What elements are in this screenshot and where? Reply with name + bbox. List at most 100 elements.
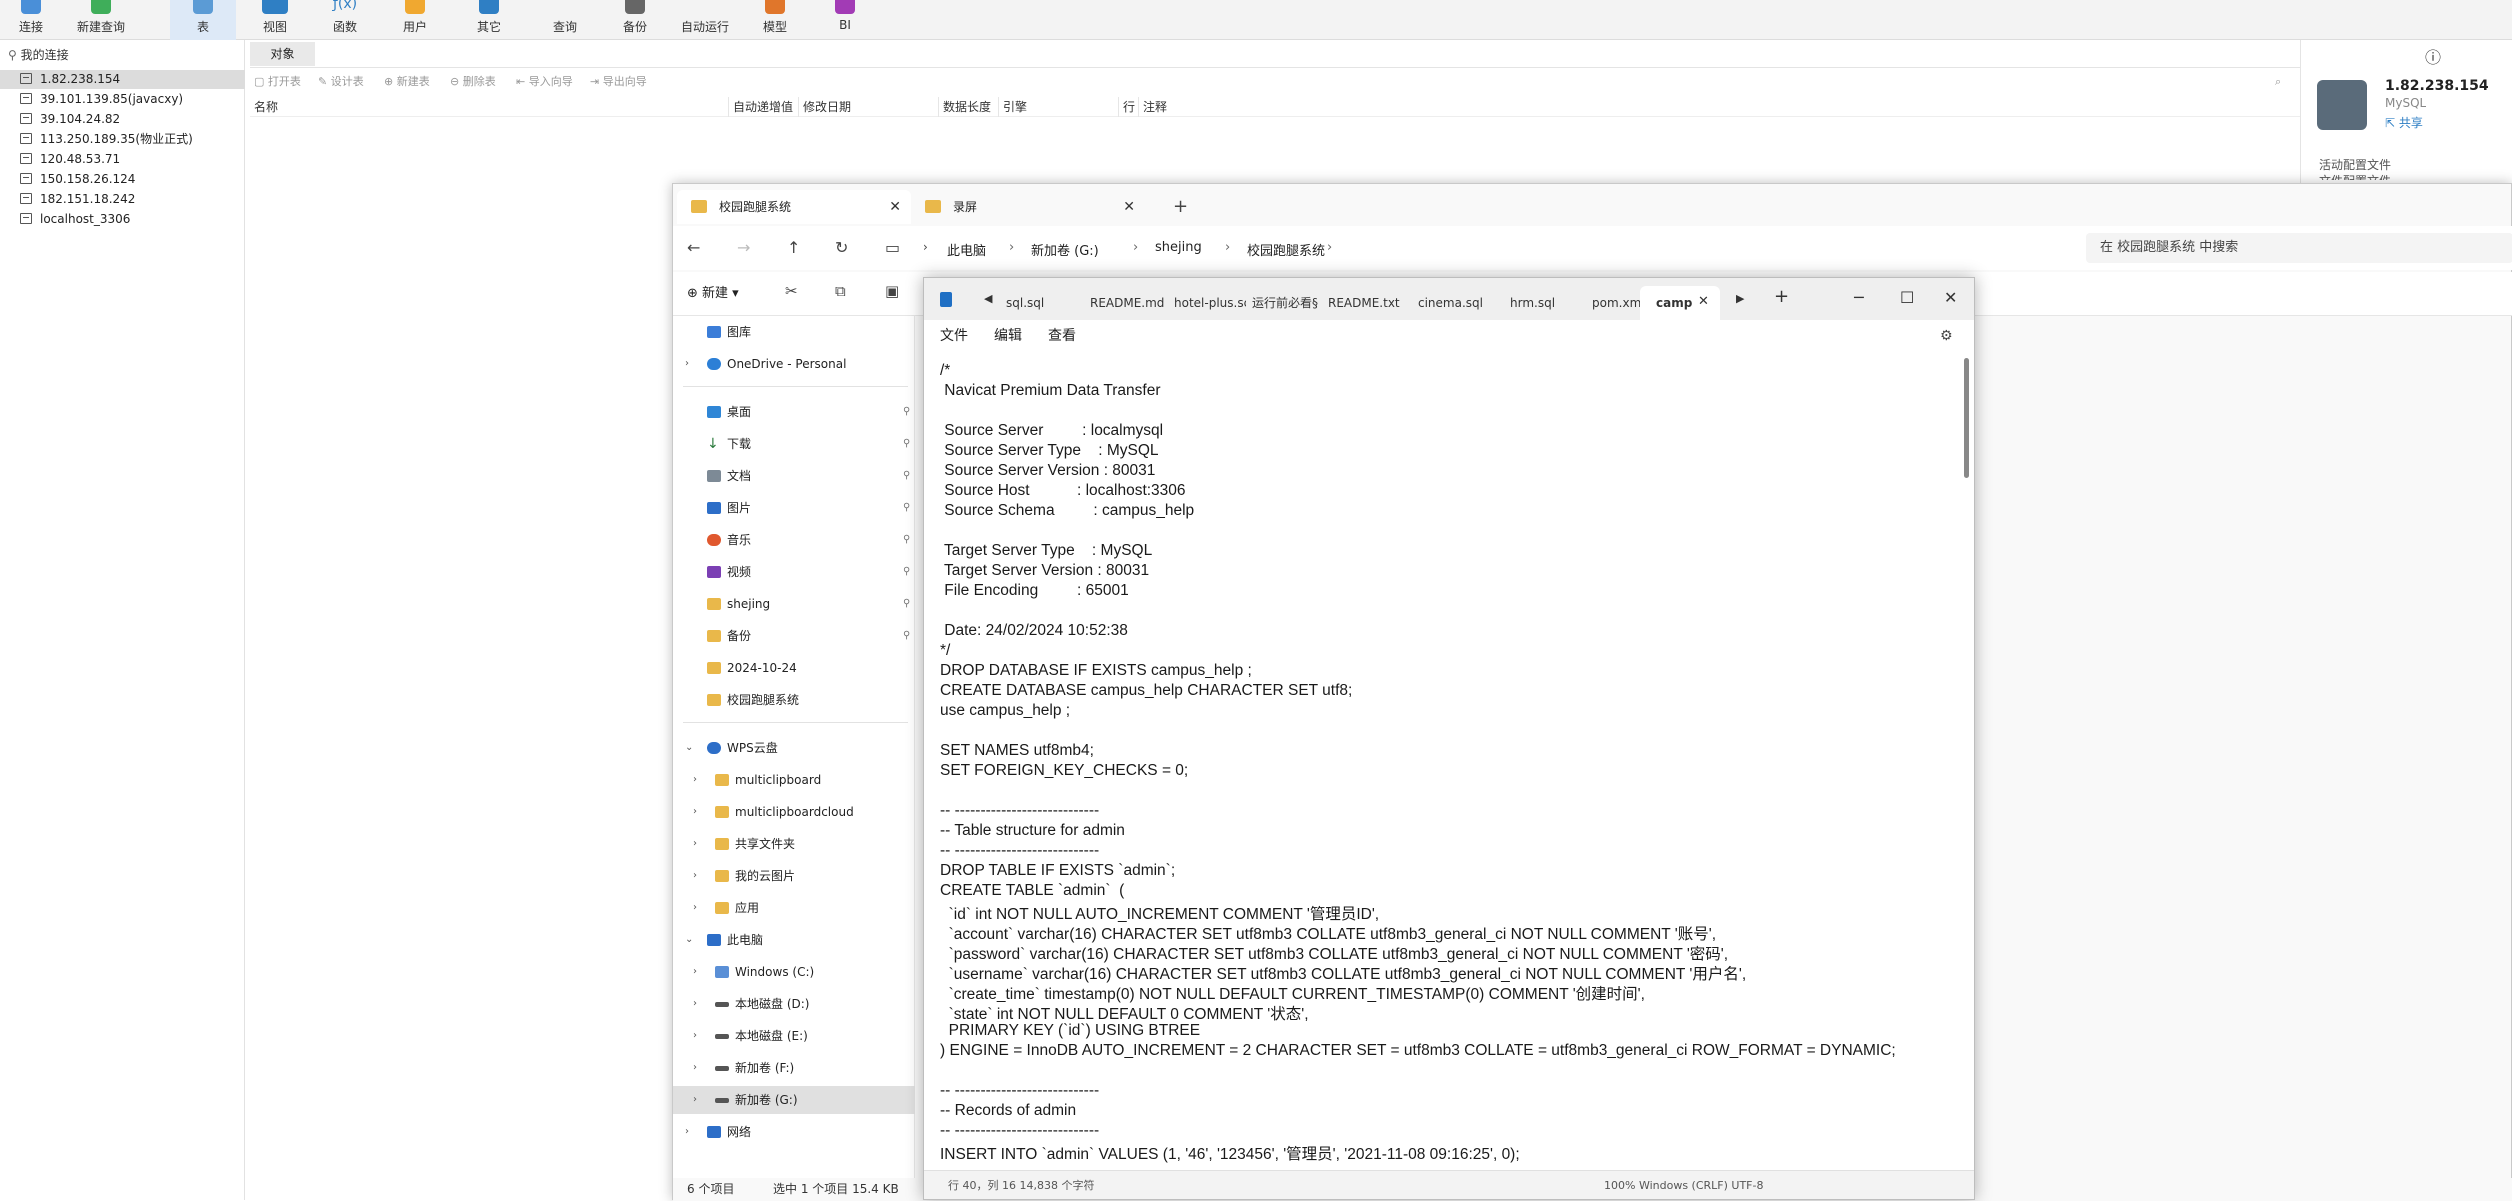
chevron-right-icon[interactable]: › (693, 766, 697, 794)
nav-drive-c[interactable]: › Windows (C:) (673, 958, 915, 986)
backup-button[interactable]: 备份 (612, 0, 658, 40)
design-table-button[interactable]: ✎ 设计表 (318, 70, 364, 94)
close-tab-icon[interactable]: ✕ (889, 190, 901, 224)
table-button[interactable]: 表 (170, 0, 236, 40)
connection-item[interactable]: 120.48.53.71 (20, 150, 240, 169)
connection-item[interactable]: 182.151.18.242 (20, 190, 240, 209)
nav-multiclipboard[interactable]: › multiclipboard (673, 766, 915, 794)
chevron-right-icon[interactable]: › (693, 1086, 697, 1114)
nav-documents[interactable]: 文档 ⚲ (673, 462, 915, 490)
new-table-button[interactable]: ⊕ 新建表 (384, 70, 430, 94)
delete-table-button[interactable]: ⊖ 删除表 (450, 70, 496, 94)
nav-desktop[interactable]: 桌面 ⚲ (673, 398, 915, 426)
close-tab-icon[interactable]: ✕ (1698, 294, 1709, 309)
search-icon[interactable]: ⌕ (2275, 70, 2281, 94)
chevron-right-icon[interactable]: › (693, 798, 697, 826)
menu-view[interactable]: 查看 (1048, 320, 1076, 352)
tab-sql[interactable]: sql.sql (1006, 286, 1084, 320)
info-icon[interactable]: ⓘ (2425, 44, 2441, 68)
notepad-editor[interactable]: /* Navicat Premium Data Transfer Source … (924, 352, 1974, 1170)
query-button[interactable]: 查询 (542, 0, 588, 40)
nav-shejing[interactable]: shejing ⚲ (673, 590, 915, 618)
nav-this-pc[interactable]: ⌄ 此电脑 (673, 926, 915, 954)
scroll-tabs-left-icon[interactable]: ◀ (984, 292, 992, 305)
forward-icon[interactable]: → (737, 238, 750, 257)
connect-button[interactable]: 连接 (8, 0, 54, 40)
nav-drive-g[interactable]: › 新加卷 (G:) (673, 1086, 915, 1114)
refresh-icon[interactable]: ↻ (835, 238, 848, 257)
nav-apps[interactable]: › 应用 (673, 894, 915, 922)
open-table-button[interactable]: ▢ 打开表 (254, 70, 301, 94)
tab-cinema[interactable]: cinema.sql (1406, 286, 1486, 320)
nav-gallery[interactable]: 图库 (673, 318, 915, 346)
settings-gear-icon[interactable]: ⚙ (1940, 320, 1953, 352)
nav-network[interactable]: › 网络 (673, 1118, 915, 1146)
chevron-right-icon[interactable]: › (693, 862, 697, 890)
col-name[interactable]: 名称 (250, 97, 278, 117)
minimize-icon[interactable]: ─ (1854, 288, 1864, 307)
copy-icon[interactable]: ⧉ (835, 282, 846, 300)
other-button[interactable]: 其它 (466, 0, 512, 40)
cut-icon[interactable]: ✂ (785, 282, 798, 300)
chevron-right-icon[interactable]: › (685, 350, 689, 378)
objects-tab[interactable]: 对象 (250, 42, 315, 66)
import-wizard-button[interactable]: ⇤ 导入向导 (516, 70, 573, 94)
monitor-icon[interactable]: ▭ (885, 238, 900, 257)
chevron-down-icon[interactable]: ⌄ (685, 926, 693, 954)
tab-hrm[interactable]: hrm.sql (1486, 286, 1566, 320)
chevron-right-icon[interactable]: › (685, 1118, 689, 1146)
my-connections-header[interactable]: ⚲ 我的连接 (8, 46, 69, 63)
connection-item[interactable]: 39.101.139.85(javacxy) (20, 90, 240, 109)
nav-campus[interactable]: 校园跑腿系统 (673, 686, 915, 714)
nav-onedrive[interactable]: › OneDrive - Personal (673, 350, 915, 378)
breadcrumb-campus[interactable]: 校园跑腿系统 (1225, 240, 1325, 259)
chevron-down-icon[interactable]: ⌄ (685, 734, 693, 762)
col-auto-increment[interactable]: 自动递增值 (728, 97, 793, 117)
share-link[interactable]: ⇱ 共享 (2385, 114, 2423, 131)
connection-item[interactable]: 113.250.189.35(物业正式) (20, 130, 240, 149)
nav-drive-d[interactable]: › 本地磁盘 (D:) (673, 990, 915, 1018)
explorer-tab-recording[interactable]: 录屏 ✕ (911, 190, 1145, 224)
breadcrumb-drive-g[interactable]: 新加卷 (G:) (1031, 240, 1099, 259)
up-icon[interactable]: ↑ (787, 238, 800, 257)
bi-button[interactable]: BI (822, 0, 868, 40)
nav-downloads[interactable]: ↓ 下载 ⚲ (673, 430, 915, 458)
close-tab-icon[interactable]: ✕ (1123, 190, 1135, 224)
model-button[interactable]: 模型 (752, 0, 798, 40)
breadcrumb-this-pc[interactable]: 此电脑 (947, 240, 986, 259)
new-query-button[interactable]: 新建查询 (64, 0, 138, 40)
menu-edit[interactable]: 编辑 (994, 320, 1022, 352)
nav-shared-folder[interactable]: › 共享文件夹 (673, 830, 915, 858)
nav-wps-cloud[interactable]: ⌄ WPS云盘 (673, 734, 915, 762)
maximize-icon[interactable]: ☐ (1900, 288, 1914, 307)
add-tab-icon[interactable]: + (1173, 190, 1188, 224)
editor-scrollbar[interactable] (1964, 358, 1969, 478)
connection-item[interactable]: 39.104.24.82 (20, 110, 240, 129)
nav-pictures[interactable]: 图片 ⚲ (673, 494, 915, 522)
nav-multiclipboardcloud[interactable]: › multiclipboardcloud (673, 798, 915, 826)
new-tab-icon[interactable]: + (1774, 286, 1789, 307)
breadcrumb-shejing[interactable]: shejing (1155, 240, 1202, 255)
tab-run-first[interactable]: 运行前必看§ (1246, 286, 1322, 320)
menu-file[interactable]: 文件 (940, 320, 968, 352)
col-comment[interactable]: 注释 (1138, 97, 1167, 117)
col-engine[interactable]: 引擎 (998, 97, 1027, 117)
chevron-right-icon[interactable]: › (693, 894, 697, 922)
scroll-tabs-right-icon[interactable]: ▶ (1736, 292, 1744, 305)
nav-backup[interactable]: 备份 ⚲ (673, 622, 915, 650)
nav-drive-e[interactable]: › 本地磁盘 (E:) (673, 1022, 915, 1050)
nav-videos[interactable]: 视频 ⚲ (673, 558, 915, 586)
close-window-icon[interactable]: ✕ (1944, 288, 1957, 307)
explorer-tab-campus[interactable]: 校园跑腿系统 ✕ (677, 190, 911, 224)
export-wizard-button[interactable]: ⇥ 导出向导 (590, 70, 647, 94)
chevron-right-icon[interactable]: › (693, 830, 697, 858)
connection-item[interactable]: localhost_3306 (20, 210, 240, 229)
user-button[interactable]: 用户 (392, 0, 438, 40)
nav-music[interactable]: 音乐 ⚲ (673, 526, 915, 554)
paste-icon[interactable]: ▣ (885, 282, 899, 300)
col-data-length[interactable]: 数据长度 (938, 97, 991, 117)
back-icon[interactable]: ← (687, 238, 700, 257)
chevron-right-icon[interactable]: › (693, 1022, 697, 1050)
autorun-button[interactable]: 自动运行 (672, 0, 738, 40)
new-button[interactable]: ⊕ 新建 ▾ (687, 282, 739, 301)
